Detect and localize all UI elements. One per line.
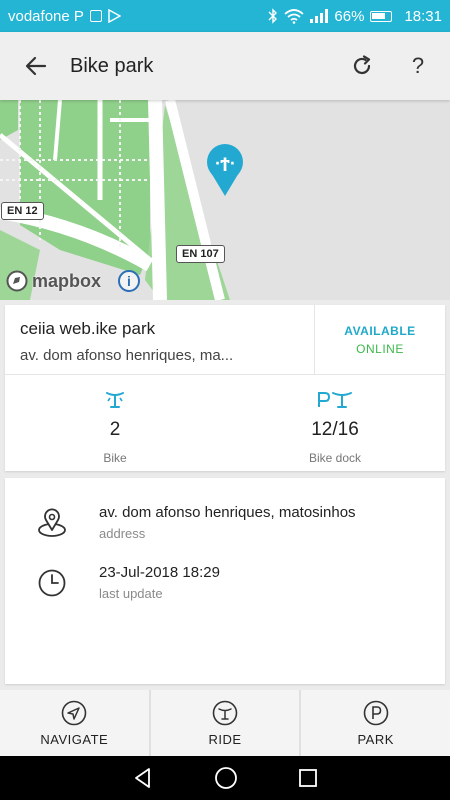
- clock-icon: [38, 569, 66, 597]
- system-back-icon[interactable]: [132, 767, 154, 789]
- system-home-icon[interactable]: [214, 766, 238, 790]
- bike-count-value: 2: [109, 419, 121, 440]
- dock-count-label: Bike dock: [308, 451, 362, 465]
- ride-icon: [212, 700, 238, 725]
- bluetooth-icon: [268, 8, 278, 24]
- dock-count-value: 12/16: [311, 419, 359, 440]
- dock-count-stat: 12/16 Bike dock: [225, 375, 445, 471]
- park-address-short: av. dom afonso henriques, ma...: [20, 347, 234, 364]
- bike-count-stat: 2 Bike: [5, 375, 225, 471]
- help-button[interactable]: ?: [390, 32, 446, 100]
- help-icon: ?: [411, 53, 425, 78]
- notification-icon: [89, 10, 102, 22]
- mapbox-attribution: mapbox: [32, 270, 102, 291]
- connection-status: ONLINE: [356, 341, 404, 356]
- mapbox-logo: mapbox: [6, 270, 101, 292]
- navigate-button[interactable]: NAVIGATE: [0, 690, 151, 756]
- back-button[interactable]: [6, 32, 66, 100]
- navigate-label: NAVIGATE: [40, 731, 109, 747]
- last-update-value: 23-Jul-2018 18:29: [99, 564, 220, 581]
- park-name: ceiia web.ike park: [20, 319, 156, 338]
- play-store-icon: [108, 9, 121, 23]
- carrier-label: vodafone P: [8, 7, 84, 25]
- park-label: PARK: [357, 731, 394, 747]
- ride-label: RIDE: [208, 731, 242, 747]
- refresh-button[interactable]: [334, 32, 390, 100]
- bottom-action-bar: NAVIGATE RIDE PARK: [0, 690, 450, 756]
- clock: 18:31: [404, 7, 442, 25]
- location-pin-icon: [38, 508, 66, 537]
- bike-count-label: Bike: [103, 451, 127, 465]
- status-bar: vodafone P 66% 18:31: [0, 0, 450, 32]
- park-details-card: av. dom afonso henriques, matosinhos add…: [5, 478, 445, 684]
- svg-text:·Ϯ·: ·Ϯ·: [215, 156, 235, 172]
- battery-icon: [370, 10, 393, 22]
- system-recents-icon[interactable]: [298, 768, 318, 788]
- park-summary-card: ceiia web.ike park av. dom afonso henriq…: [5, 305, 445, 471]
- bike-dock-icon: [318, 392, 352, 408]
- park-icon: [363, 700, 388, 725]
- address-row: av. dom afonso henriques, matosinhos add…: [5, 504, 445, 541]
- address-label: address: [99, 526, 146, 541]
- signal-icon: [310, 9, 329, 23]
- status-panel: AVAILABLE ONLINE: [314, 305, 445, 374]
- last-update-row: 23-Jul-2018 18:29 last update: [5, 564, 445, 601]
- road-label: EN 12: [1, 202, 44, 220]
- last-update-label: last update: [99, 586, 163, 601]
- mapbox-logo-icon: [6, 270, 28, 292]
- app-bar: Bike park ?: [0, 32, 450, 100]
- page-title: Bike park: [70, 54, 154, 77]
- address-value: av. dom afonso henriques, matosinhos: [99, 504, 356, 521]
- park-button[interactable]: PARK: [301, 690, 450, 756]
- wifi-icon: [284, 9, 305, 24]
- refresh-icon: [353, 55, 371, 75]
- system-nav-bar: [0, 756, 450, 800]
- road: [148, 100, 167, 300]
- arrow-left-icon: [25, 56, 47, 76]
- road-label: EN 107: [176, 245, 225, 263]
- bike-icon: [106, 392, 124, 408]
- map-info-button[interactable]: i: [118, 270, 140, 292]
- ride-button[interactable]: RIDE: [150, 690, 302, 756]
- navigate-icon: [62, 700, 87, 725]
- battery-percent: 66%: [334, 7, 365, 25]
- availability-status: AVAILABLE: [344, 323, 416, 338]
